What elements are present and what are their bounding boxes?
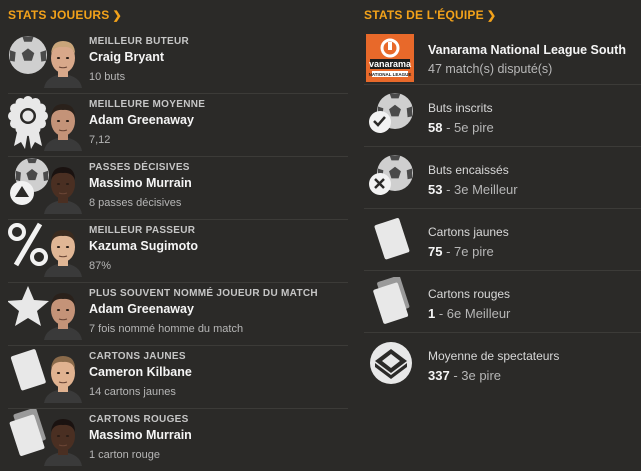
league-matches-played: 47 match(s) disputé(s) bbox=[428, 62, 553, 76]
logo-text-top: vanarama bbox=[369, 59, 412, 69]
stat-caption: CARTONS ROUGES bbox=[89, 414, 189, 425]
team-stat-label: Cartons rouges bbox=[428, 287, 511, 301]
player-stat-row[interactable]: MEILLEURE MOYENNE Adam Greenaway 7,12 bbox=[8, 94, 348, 157]
chevron-right-icon[interactable]: ❯ bbox=[113, 10, 122, 22]
stat-number: 75 bbox=[428, 244, 443, 259]
chevron-right-icon[interactable]: ❯ bbox=[487, 10, 496, 22]
stat-rank: - 5e pire bbox=[442, 120, 494, 135]
team-stats-title[interactable]: STATS DE L'ÉQUIPE bbox=[364, 8, 484, 22]
stat-number: 53 bbox=[428, 182, 443, 197]
stadium-icon bbox=[367, 339, 417, 389]
player-name-link[interactable]: Craig Bryant bbox=[89, 50, 164, 64]
team-stat-label: Buts encaissés bbox=[428, 163, 509, 177]
stat-number: 337 bbox=[428, 368, 450, 383]
stat-value: 7,12 bbox=[89, 134, 111, 146]
player-avatar[interactable] bbox=[42, 162, 84, 214]
league-row[interactable]: vanarama NATIONAL LEAGUE Vanarama Nation… bbox=[364, 31, 641, 85]
player-stats-header[interactable]: STATS JOUEURS ❯ bbox=[8, 0, 348, 31]
goals-scored-icon bbox=[367, 91, 417, 141]
player-stat-row[interactable]: CARTONS JAUNES Cameron Kilbane 14 carton… bbox=[8, 346, 348, 409]
stat-caption: MEILLEUR BUTEUR bbox=[89, 36, 190, 47]
team-stat-value: 1 - 6e Meilleur bbox=[428, 306, 510, 321]
stat-caption: PLUS SOUVENT NOMMÉ JOUEUR DU MATCH bbox=[89, 288, 318, 299]
team-stat-label: Buts inscrits bbox=[428, 101, 493, 115]
team-stats-header[interactable]: STATS DE L'ÉQUIPE ❯ bbox=[364, 0, 641, 31]
yellow-card-icon bbox=[367, 215, 417, 265]
team-stat-row: Cartons jaunes 75 - 7e pire bbox=[364, 209, 641, 271]
team-stat-label: Moyenne de spectateurs bbox=[428, 349, 560, 363]
player-avatar[interactable] bbox=[42, 225, 84, 277]
league-name[interactable]: Vanarama National League South bbox=[428, 43, 626, 57]
stat-value: 8 passes décisives bbox=[89, 197, 182, 209]
player-stat-row[interactable]: MEILLEUR BUTEUR Craig Bryant 10 buts bbox=[8, 31, 348, 94]
stat-caption: MEILLEUR PASSEUR bbox=[89, 225, 196, 236]
stat-rank: - 6e Meilleur bbox=[435, 306, 511, 321]
player-stat-row[interactable]: MEILLEUR PASSEUR Kazuma Sugimoto 87% bbox=[8, 220, 348, 283]
player-name-link[interactable]: Cameron Kilbane bbox=[89, 365, 192, 379]
player-stat-row[interactable]: CARTONS ROUGES Massimo Murrain 1 carton … bbox=[8, 409, 348, 471]
player-avatar[interactable] bbox=[42, 351, 84, 403]
stat-value: 14 cartons jaunes bbox=[89, 386, 176, 398]
player-avatar[interactable] bbox=[42, 288, 84, 340]
stat-rank: - 7e pire bbox=[442, 244, 494, 259]
player-name-link[interactable]: Kazuma Sugimoto bbox=[89, 239, 198, 253]
player-avatar[interactable] bbox=[42, 99, 84, 151]
stat-value: 7 fois nommé homme du match bbox=[89, 323, 244, 335]
league-logo: vanarama NATIONAL LEAGUE bbox=[366, 34, 414, 82]
stat-caption: MEILLEURE MOYENNE bbox=[89, 99, 206, 110]
stat-value: 87% bbox=[89, 260, 112, 272]
team-stat-value: 53 - 3e Meilleur bbox=[428, 182, 518, 197]
stat-rank: - 3e Meilleur bbox=[442, 182, 518, 197]
stat-rank: - 3e pire bbox=[449, 368, 502, 383]
team-stat-value: 75 - 7e pire bbox=[428, 244, 494, 259]
player-stats-panel: STATS JOUEURS ❯ MEILLEUR BUTEUR Craig Bry… bbox=[8, 0, 348, 471]
team-stat-value: 337 - 3e pire bbox=[428, 368, 501, 383]
team-stat-value: 58 - 5e pire bbox=[428, 120, 494, 135]
player-name-link[interactable]: Adam Greenaway bbox=[89, 302, 194, 316]
player-avatar[interactable] bbox=[42, 414, 84, 466]
player-name-link[interactable]: Massimo Murrain bbox=[89, 428, 192, 442]
team-stat-label: Cartons jaunes bbox=[428, 225, 509, 239]
team-stat-row: Moyenne de spectateurs 337 - 3e pire bbox=[364, 333, 641, 394]
player-name-link[interactable]: Adam Greenaway bbox=[89, 113, 194, 127]
stat-value: 1 carton rouge bbox=[89, 449, 160, 461]
stat-caption: CARTONS JAUNES bbox=[89, 351, 186, 362]
stat-value: 10 buts bbox=[89, 71, 126, 83]
team-stat-row: Buts inscrits 58 - 5e pire bbox=[364, 85, 641, 147]
player-stat-row[interactable]: PASSES DÉCISIVES Massimo Murrain 8 passe… bbox=[8, 157, 348, 220]
player-avatar[interactable] bbox=[42, 36, 84, 88]
player-name-link[interactable]: Massimo Murrain bbox=[89, 176, 192, 190]
team-stat-row: Cartons rouges 1 - 6e Meilleur bbox=[364, 271, 641, 333]
player-stats-title[interactable]: STATS JOUEURS bbox=[8, 8, 110, 22]
team-stats-panel: STATS DE L'ÉQUIPE ❯ vanarama NATIONAL LEA… bbox=[364, 0, 641, 394]
red-card-icon bbox=[367, 275, 417, 327]
goals-conceded-icon bbox=[367, 153, 417, 203]
stat-number: 58 bbox=[428, 120, 443, 135]
team-stat-row: Buts encaissés 53 - 3e Meilleur bbox=[364, 147, 641, 209]
stat-caption: PASSES DÉCISIVES bbox=[89, 162, 190, 173]
logo-text-bottom: NATIONAL LEAGUE bbox=[369, 72, 412, 77]
player-stat-row[interactable]: PLUS SOUVENT NOMMÉ JOUEUR DU MATCH Adam … bbox=[8, 283, 348, 346]
